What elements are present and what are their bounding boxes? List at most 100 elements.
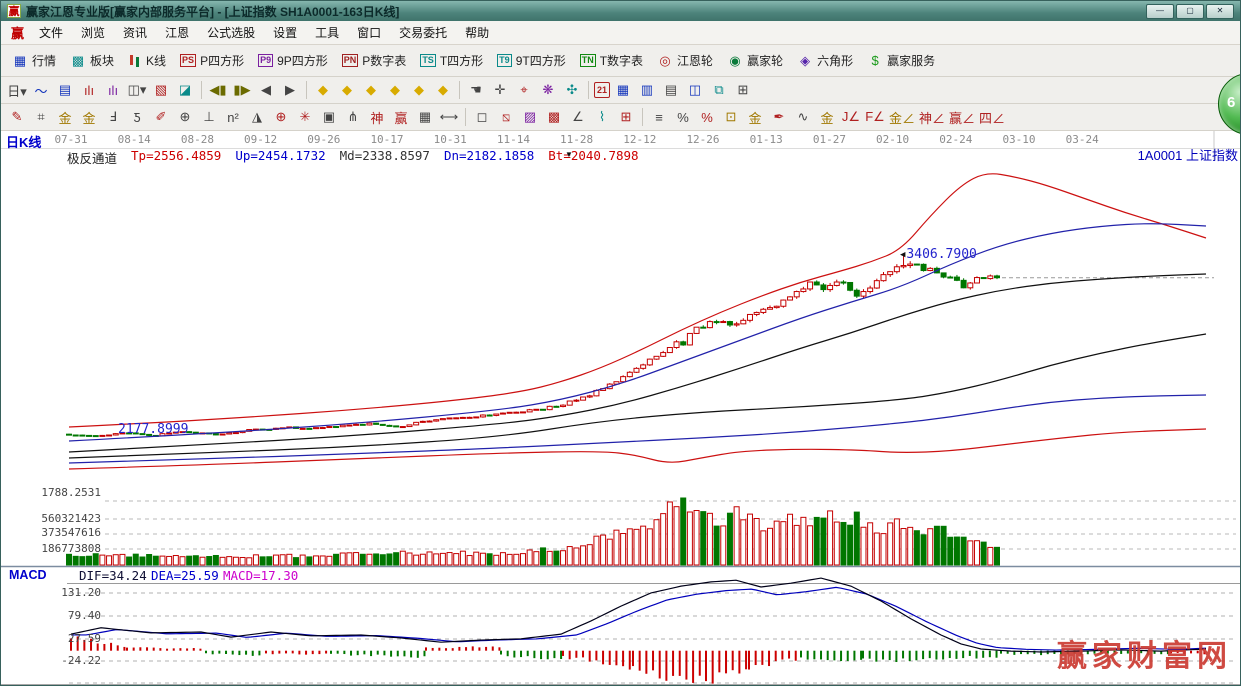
goto-last-button[interactable]: ▮▶ — [231, 79, 253, 101]
grid-tool[interactable]: ⌗ — [30, 106, 52, 128]
step-forward-button[interactable]: ▶ — [279, 79, 301, 101]
shen-angle-tool[interactable]: 神∠ — [918, 106, 946, 128]
pen2-tool[interactable]: ✒ — [768, 106, 790, 128]
menu-item-文件[interactable]: 文件 — [30, 22, 72, 43]
measure-tool[interactable]: ⟷ — [438, 106, 460, 128]
f-angle-tool[interactable]: F∠ — [864, 106, 886, 128]
brush-tool[interactable]: ✐ — [150, 106, 172, 128]
gold-line-tool[interactable]: 金 — [816, 106, 838, 128]
percent-tool[interactable]: % — [672, 106, 694, 128]
menu-item-浏览[interactable]: 浏览 — [72, 22, 114, 43]
p9-square-button[interactable]: P99P四方形 — [251, 49, 335, 73]
rays-tool[interactable]: ⧅ — [495, 106, 517, 128]
gann-tools-button[interactable]: ❋ — [537, 79, 559, 101]
shen-tool[interactable]: 神 — [366, 106, 388, 128]
gold-grid-tool[interactable]: 金 — [54, 106, 76, 128]
diamond-compress-button[interactable]: ◆ — [384, 79, 406, 101]
frame-tool[interactable]: ◻ — [471, 106, 493, 128]
analyze-button[interactable]: ✣ — [561, 79, 583, 101]
five-grid-tool[interactable]: Ƽ — [126, 106, 148, 128]
t-table-button[interactable]: TNT数字表 — [573, 49, 650, 73]
drag-hand-button[interactable]: ☚ — [465, 79, 487, 101]
target-tool[interactable]: ⊕ — [270, 106, 292, 128]
diamond-full-button[interactable]: ◆ — [432, 79, 454, 101]
toolbar-separator — [459, 81, 460, 99]
calculator-button[interactable]: ▦ — [612, 79, 634, 101]
j-angle-tool[interactable]: J∠ — [840, 106, 862, 128]
ying-tool[interactable]: 赢 — [390, 106, 412, 128]
pattern-match-button[interactable]: ▧ — [150, 79, 172, 101]
menu-item-窗口[interactable]: 窗口 — [348, 22, 390, 43]
menu-item-交易委托[interactable]: 交易委托 — [390, 22, 456, 43]
diamond-left-button[interactable]: ◆ — [312, 79, 334, 101]
winner-wheel-button[interactable]: ◉赢家轮 — [720, 49, 790, 73]
mark-button[interactable]: ⌖ — [513, 79, 535, 101]
t9-square-button[interactable]: T99T四方形 — [490, 49, 573, 73]
sector-button[interactable]: ▩板块 — [63, 49, 121, 73]
close-button[interactable]: ✕ — [1206, 4, 1234, 19]
gold-circle-tool[interactable]: 金 — [744, 106, 766, 128]
kline-button[interactable]: K线 — [121, 49, 173, 73]
color-chart-button[interactable]: ◪ — [174, 79, 196, 101]
maximize-button[interactable]: ▢ — [1176, 4, 1204, 19]
volume-bars3-button[interactable]: ılı — [78, 79, 100, 101]
star-tool[interactable]: ✳ — [294, 106, 316, 128]
save-button[interactable]: ◫ — [684, 79, 706, 101]
service-button[interactable]: $赢家服务 — [860, 49, 942, 73]
calendar-button[interactable]: 21 — [594, 82, 610, 98]
angle2-tool[interactable]: ∠ — [567, 106, 589, 128]
date-label: 03-10 — [1002, 133, 1035, 146]
minimize-button[interactable]: — — [1146, 4, 1174, 19]
diamond-expand-v-button[interactable]: ◆ — [408, 79, 430, 101]
candle-style-button[interactable]: ◫▾ — [126, 79, 148, 101]
gold-angle-tool[interactable]: 金∠ — [888, 106, 916, 128]
curve2-tool[interactable]: ∿ — [792, 106, 814, 128]
gold-grid2-tool[interactable]: 金 — [78, 106, 100, 128]
diamond-right-button[interactable]: ◆ — [336, 79, 358, 101]
percent2-tool[interactable]: % — [696, 106, 718, 128]
crosshair-button[interactable]: ✛ — [489, 79, 511, 101]
si-angle-tool[interactable]: 四∠ — [978, 106, 1006, 128]
wave-tool[interactable]: ⌇ — [591, 106, 613, 128]
square-n2-tool[interactable]: n² — [222, 106, 244, 128]
ying-angle-tool[interactable]: 赢∠ — [948, 106, 976, 128]
data-table-button[interactable]: ▥ — [636, 79, 658, 101]
grid2-tool[interactable]: ▦ — [414, 106, 436, 128]
gann-wheel-button[interactable]: ◎江恩轮 — [650, 49, 720, 73]
wave-chart-button[interactable]: 〜 — [30, 79, 52, 101]
t-square-button[interactable]: TST四方形 — [413, 49, 490, 73]
shade-tool[interactable]: ▨ — [519, 106, 541, 128]
menu-item-工具[interactable]: 工具 — [306, 22, 348, 43]
angle-tool[interactable]: ◮ — [246, 106, 268, 128]
chart-area[interactable]: 日K线 07-3108-1408-2809-1209-2610-1710-311… — [1, 131, 1241, 686]
p-square-button[interactable]: PSP四方形 — [173, 49, 251, 73]
print-button[interactable]: ⊞ — [732, 79, 754, 101]
grid3-tool[interactable]: ⊞ — [615, 106, 637, 128]
gold-section-tool[interactable]: ⊡ — [720, 106, 742, 128]
macd-indicator-label[interactable]: MACD — [9, 568, 47, 582]
ruler-tool[interactable]: ⊥ — [198, 106, 220, 128]
p-table-button[interactable]: PNP数字表 — [335, 49, 414, 73]
quote-button[interactable]: ▦行情 — [5, 49, 63, 73]
menu-item-帮助[interactable]: 帮助 — [456, 22, 498, 43]
note-button[interactable]: ▤ — [660, 79, 682, 101]
pencil-tool[interactable]: ✎ — [6, 106, 28, 128]
percent-lines-tool[interactable]: ≡ — [648, 106, 670, 128]
fork-tool[interactable]: ⋔ — [342, 106, 364, 128]
step-back-button[interactable]: ◀ — [255, 79, 277, 101]
menu-item-设置[interactable]: 设置 — [264, 22, 306, 43]
export-button[interactable]: ⧉ — [708, 79, 730, 101]
menu-item-江恩[interactable]: 江恩 — [156, 22, 198, 43]
circle-tool[interactable]: ⊕ — [174, 106, 196, 128]
f10-report-button[interactable]: ▤ — [54, 79, 76, 101]
hexagon-button[interactable]: ◈六角形 — [790, 49, 860, 73]
menu-item-资讯[interactable]: 资讯 — [114, 22, 156, 43]
diamond-expand-h-button[interactable]: ◆ — [360, 79, 382, 101]
f-grid-tool[interactable]: Ⅎ — [102, 106, 124, 128]
menu-item-公式选股[interactable]: 公式选股 — [198, 22, 264, 43]
box-tool[interactable]: ▣ — [318, 106, 340, 128]
shade2-tool[interactable]: ▩ — [543, 106, 565, 128]
goto-first-button[interactable]: ◀▮ — [207, 79, 229, 101]
chart-type-button[interactable]: 日▾ — [6, 79, 28, 101]
volume-bars9-button[interactable]: ılı — [102, 79, 124, 101]
